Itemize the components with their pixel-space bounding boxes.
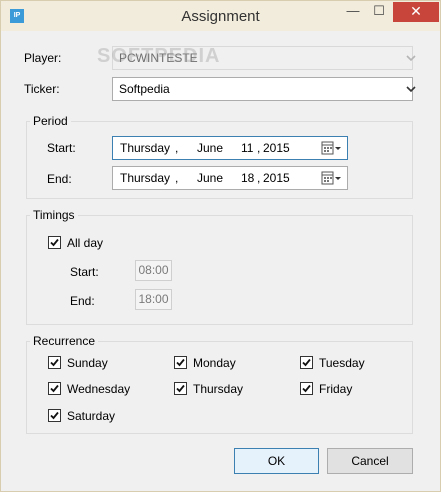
ticker-value: Softpedia [119, 82, 170, 96]
period-start-datepicker[interactable]: Thursday , June 11 , 2015 [112, 136, 348, 160]
player-label: Player: [24, 51, 62, 65]
tuesday-label: Tuesday [319, 356, 365, 370]
start-month[interactable]: June [197, 141, 223, 155]
timings-start-input[interactable]: 08:00 [135, 260, 172, 281]
close-button[interactable]: ✕ [393, 2, 439, 22]
calendar-dropdown-icon[interactable] [321, 171, 343, 188]
all-day-checkbox[interactable] [48, 236, 61, 249]
cancel-button[interactable]: Cancel [327, 448, 413, 474]
start-comma: , [257, 141, 261, 155]
period-group-title: Period [30, 114, 71, 128]
end-comma: , [257, 171, 261, 185]
sunday-checkbox[interactable] [48, 356, 61, 369]
friday-label: Friday [319, 382, 353, 396]
period-end-label: End: [47, 172, 72, 186]
title-bar[interactable]: IP Assignment — ☐ ✕ [1, 1, 440, 31]
timings-end-input[interactable]: 18:00 [135, 289, 172, 310]
timings-end-label: End: [70, 294, 95, 308]
tuesday-checkbox[interactable] [300, 356, 313, 369]
sunday-label: Sunday [67, 356, 108, 370]
thursday-checkbox[interactable] [174, 382, 187, 395]
thursday-label: Thursday [193, 382, 244, 396]
timings-group-title: Timings [30, 208, 78, 222]
monday-label: Monday [193, 356, 236, 370]
recurrence-group-title: Recurrence [30, 334, 99, 348]
timings-start-label: Start: [70, 265, 99, 279]
period-end-datepicker[interactable]: Thursday , June 18 , 2015 [112, 166, 348, 190]
end-year[interactable]: 2015 [263, 171, 290, 185]
all-day-label: All day [67, 236, 104, 250]
wednesday-checkbox[interactable] [48, 382, 61, 395]
start-weekday[interactable]: Thursday [120, 141, 170, 155]
assignment-dialog: IP Assignment — ☐ ✕ Player: PCWINTESTE S… [0, 0, 441, 492]
saturday-checkbox[interactable] [48, 409, 61, 422]
start-separator: , [175, 141, 179, 155]
ticker-label: Ticker: [24, 82, 60, 96]
monday-checkbox[interactable] [174, 356, 187, 369]
minimize-button[interactable]: — [340, 2, 366, 22]
period-start-label: Start: [47, 141, 76, 155]
ok-button[interactable]: OK [234, 448, 319, 474]
start-day[interactable]: 11 [241, 141, 253, 155]
calendar-dropdown-icon[interactable] [321, 141, 343, 158]
friday-checkbox[interactable] [300, 382, 313, 395]
player-value: PCWINTESTE [119, 51, 198, 65]
maximize-button[interactable]: ☐ [366, 2, 392, 22]
end-separator: , [175, 171, 179, 185]
start-year[interactable]: 2015 [263, 141, 290, 155]
end-day[interactable]: 18 [241, 171, 254, 185]
end-weekday[interactable]: Thursday [120, 171, 170, 185]
saturday-label: Saturday [67, 409, 116, 423]
ticker-combobox[interactable]: Softpedia [112, 77, 416, 101]
wednesday-label: Wednesday [67, 382, 131, 396]
player-combobox[interactable]: PCWINTESTE [112, 46, 416, 70]
end-month[interactable]: June [197, 171, 223, 185]
